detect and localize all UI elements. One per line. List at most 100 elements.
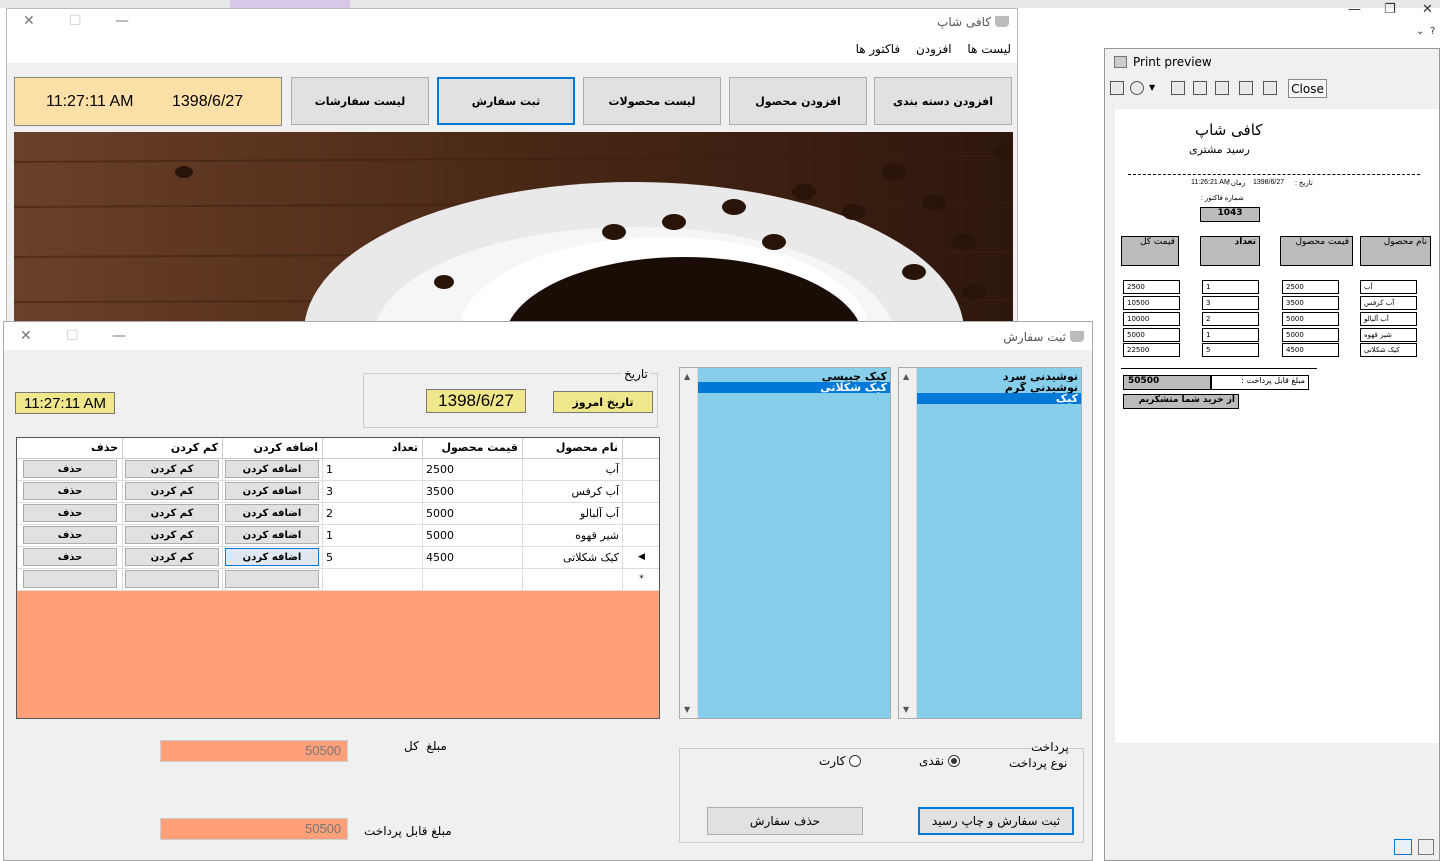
cell-qty[interactable]: 5 <box>322 545 423 569</box>
menu-item-lists[interactable]: لیست ها <box>961 37 1017 56</box>
list-item-category-selected[interactable]: کیک <box>917 393 1081 404</box>
row-header[interactable] <box>622 523 659 547</box>
new-order-button[interactable]: ثبت سفارش <box>437 77 575 125</box>
delete-button[interactable]: حذف <box>23 526 117 544</box>
restore-icon[interactable]: ❐ <box>1384 2 1396 17</box>
cell-name[interactable]: شیر قهوه <box>522 523 623 547</box>
minimize-icon[interactable]: — <box>115 13 129 29</box>
products-list-button[interactable]: لیست محصولات <box>583 77 721 125</box>
cell-name[interactable]: کیک شکلاتی <box>522 545 623 569</box>
product-list-scrollbar[interactable]: ▲ ▼ <box>680 368 698 718</box>
six-pages-icon[interactable] <box>1263 81 1277 95</box>
cell-name[interactable]: آب آلبالو <box>522 501 623 525</box>
chevron-down-icon[interactable]: ⌄ <box>1416 26 1424 37</box>
cell-price[interactable] <box>422 567 523 591</box>
preview-scrollbar[interactable] <box>1105 109 1115 743</box>
minimize-icon[interactable]: — <box>1348 2 1361 17</box>
preview-view-icon[interactable] <box>1418 839 1434 855</box>
radio-checked-icon[interactable] <box>947 755 960 767</box>
chevron-down-icon[interactable]: ▼ <box>1149 83 1155 92</box>
minimize-icon[interactable]: — <box>112 328 126 344</box>
cell-qty[interactable]: 3 <box>322 479 423 503</box>
add-button[interactable]: اضافه کردن <box>225 460 319 478</box>
minus-button[interactable]: کم کردن <box>125 548 219 566</box>
scroll-up-icon[interactable]: ▲ <box>903 372 909 381</box>
total-amount-field[interactable]: 50500 <box>160 740 348 762</box>
payment-cash-option[interactable]: نقدی <box>919 754 960 768</box>
close-icon[interactable]: ✕ <box>23 13 35 29</box>
table-row[interactable]: شیر قهوه 5000 1 اضافه کردن کم کردن حذف <box>17 523 659 547</box>
cell-price[interactable]: 5000 <box>422 501 523 525</box>
minus-button[interactable]: کم کردن <box>125 482 219 500</box>
column-header-delete[interactable]: حذف <box>17 438 123 459</box>
payment-card-option[interactable]: کارت <box>819 754 862 768</box>
delete-button[interactable]: حذف <box>23 548 117 566</box>
list-item-product-selected[interactable]: کیک شکلاتی <box>698 382 890 393</box>
row-header[interactable] <box>622 501 659 525</box>
minus-button[interactable]: کم کردن <box>125 526 219 544</box>
cell-price[interactable]: 3500 <box>422 479 523 503</box>
column-header-add[interactable]: اضافه کردن <box>222 438 323 459</box>
add-button[interactable]: اضافه کردن <box>225 504 319 522</box>
cell-name[interactable] <box>522 567 623 591</box>
column-header-qty[interactable]: تعداد <box>322 438 423 459</box>
today-date-button[interactable]: تاریخ امروز <box>553 391 653 413</box>
menu-item-add[interactable]: افزودن <box>910 37 958 56</box>
help-icon[interactable]: ? <box>1430 26 1435 37</box>
radio-unchecked-icon[interactable] <box>849 755 862 767</box>
column-header-minus[interactable]: کم کردن <box>122 438 223 459</box>
details-view-icon[interactable] <box>1394 839 1412 855</box>
print-icon[interactable] <box>1110 81 1124 95</box>
cell-name[interactable]: آب کرفس <box>522 479 623 503</box>
orders-list-button[interactable]: لیست سفارشات <box>291 77 429 125</box>
minus-button[interactable] <box>125 570 219 588</box>
cell-price[interactable]: 5000 <box>422 523 523 547</box>
delete-button[interactable] <box>23 570 117 588</box>
cell-name[interactable]: آب <box>522 457 623 481</box>
row-header[interactable] <box>622 479 659 503</box>
order-grid[interactable]: نام محصول قیمت محصول تعداد اضافه کردن کم… <box>16 437 660 719</box>
row-header[interactable] <box>622 457 659 481</box>
scroll-up-icon[interactable]: ▲ <box>684 372 690 381</box>
scroll-down-icon[interactable]: ▼ <box>903 705 909 714</box>
cell-qty[interactable] <box>322 567 423 591</box>
table-row[interactable]: آب آلبالو 5000 2 اضافه کردن کم کردن حذف <box>17 501 659 525</box>
column-header-name[interactable]: نام محصول <box>522 438 623 459</box>
delete-button[interactable]: حذف <box>23 460 117 478</box>
three-pages-icon[interactable] <box>1215 81 1229 95</box>
category-listbox[interactable]: ▲ ▼ نوشیدنی سرد نوشیدنی گرم کیک <box>898 367 1082 719</box>
delete-button[interactable]: حذف <box>23 482 117 500</box>
cell-qty[interactable]: 1 <box>322 457 423 481</box>
scroll-down-icon[interactable]: ▼ <box>684 705 690 714</box>
cell-price[interactable]: 4500 <box>422 545 523 569</box>
add-button[interactable]: اضافه کردن <box>225 526 319 544</box>
table-row[interactable]: آب کرفس 3500 3 اضافه کردن کم کردن حذف <box>17 479 659 503</box>
column-header-price[interactable]: قیمت محصول <box>422 438 523 459</box>
submit-order-button[interactable]: ثبت سفارش و چاپ رسید <box>918 807 1074 835</box>
cell-qty[interactable]: 1 <box>322 523 423 547</box>
close-button[interactable]: Close <box>1288 79 1327 98</box>
add-product-button[interactable]: افزودن محصول <box>729 77 867 125</box>
menu-item-invoices[interactable]: فاکتور ها <box>850 37 907 56</box>
delete-order-button[interactable]: حذف سفارش <box>707 807 863 835</box>
table-row[interactable]: آب 2500 1 اضافه کردن کم کردن حذف <box>17 457 659 481</box>
four-pages-icon[interactable] <box>1239 81 1253 95</box>
table-row-current[interactable]: ◀ کیک شکلاتی 4500 5 اضافه کردن کم کردن ح… <box>17 545 659 569</box>
product-listbox[interactable]: ▲ ▼ کیک چیپسی کیک شکلاتی <box>679 367 891 719</box>
category-list-scrollbar[interactable]: ▲ ▼ <box>899 368 917 718</box>
current-row-icon[interactable]: ◀ <box>622 545 659 569</box>
add-category-button[interactable]: افزودن دسته بندی <box>874 77 1012 125</box>
minus-button[interactable]: کم کردن <box>125 460 219 478</box>
add-button[interactable]: اضافه کردن <box>225 482 319 500</box>
list-item-category[interactable]: نوشیدنی گرم <box>917 382 1081 393</box>
delete-button[interactable]: حذف <box>23 504 117 522</box>
list-item-category[interactable]: نوشیدنی سرد <box>917 371 1081 382</box>
cell-price[interactable]: 2500 <box>422 457 523 481</box>
one-page-icon[interactable] <box>1171 81 1185 95</box>
payable-amount-field[interactable]: 50500 <box>160 818 348 840</box>
list-item-product[interactable]: کیک چیپسی <box>698 371 890 382</box>
two-pages-icon[interactable] <box>1193 81 1207 95</box>
minus-button[interactable]: کم کردن <box>125 504 219 522</box>
zoom-icon[interactable] <box>1130 81 1144 95</box>
add-button[interactable] <box>225 570 319 588</box>
